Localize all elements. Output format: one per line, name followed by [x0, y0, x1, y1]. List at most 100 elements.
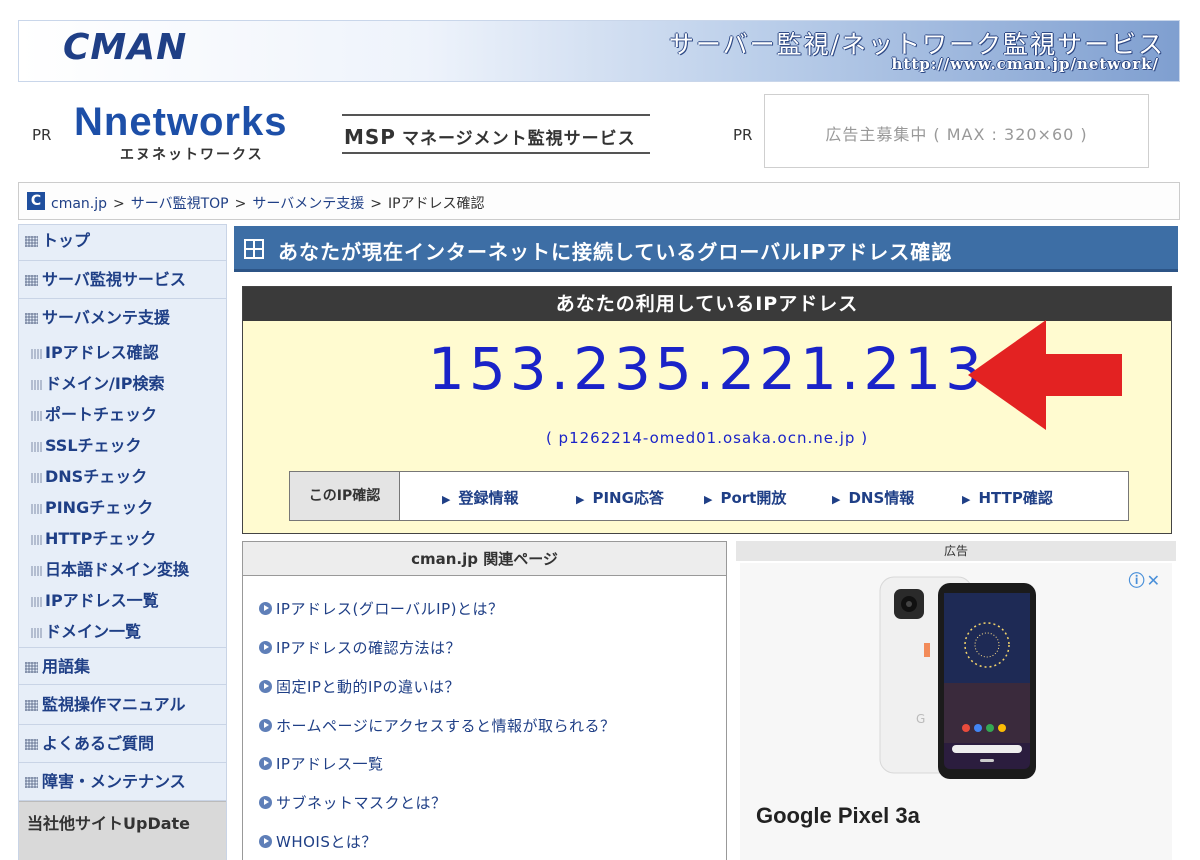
phone-image: G [879, 576, 1036, 779]
related-pages-header: cman.jp 関連ページ [243, 542, 726, 576]
breadcrumb-separator: > [370, 196, 382, 212]
ad-product-name[interactable]: Google Pixel 3a [756, 803, 920, 829]
grid-bullet-icon [31, 473, 42, 483]
circle-arrow-icon [259, 680, 272, 693]
breadcrumb-separator: > [113, 196, 125, 212]
ad-banner[interactable]: ⓘ✕ G Google Pixel 3a [740, 563, 1172, 860]
triangle-right-icon: ▶ [576, 493, 585, 506]
sidebar-update-header: 当社他サイトUpDate [19, 801, 226, 860]
link-port-open[interactable]: ▶ Port開放 [704, 487, 786, 508]
page-heading: あなたが現在インターネットに接続しているグローバルIPアドレス確認 [234, 226, 1178, 272]
sidebar-item-ssl-check[interactable]: SSLチェック [19, 432, 226, 456]
nnetworks-logo[interactable]: Nnetworks エヌネットワークス [74, 100, 324, 170]
pr-label-left: PR [32, 126, 52, 144]
grid-bullet-icon [25, 236, 38, 247]
breadcrumb-item-maintenance[interactable]: サーバメンテ支援 [252, 196, 364, 212]
ip-check-links-bar: このIP確認 ▶ 登録情報 ▶ PING応答 ▶ Port開放 ▶ DNS情報 ▶ HTT… [289, 471, 1129, 521]
breadcrumb-item-home[interactable]: cman.jp [51, 196, 107, 212]
site-banner[interactable]: CMAN サーバー監視/ネットワーク監視サービス http://www.cman… [18, 20, 1180, 82]
ad-area: 広告 ⓘ✕ G Google Pixel 3a [736, 541, 1176, 860]
sidebar-item-ip-check[interactable]: IPアドレス確認 [19, 339, 226, 363]
sidebar-item-domain-list[interactable]: ドメイン一覧 [19, 618, 226, 642]
grid-bullet-icon [31, 349, 42, 359]
ip-hostname: ( p1262214-omed01.osaka.ocn.ne.jp ) [545, 429, 869, 447]
link-http-check[interactable]: ▶ HTTP確認 [962, 487, 1053, 508]
msp-service-name: マネージメント監視サービス [401, 129, 636, 149]
sidebar-item-maintenance-info[interactable]: 障害・メンテナンス [19, 763, 226, 801]
grid-bullet-icon [25, 777, 38, 788]
breadcrumb-row: cman.jp > サーバ監視TOP > サーバメンテ支援 > IPアドレス確認 [51, 193, 485, 213]
related-link-how-to-check-ip[interactable]: IPアドレスの確認方法は？ [259, 637, 461, 658]
nnetworks-logo-text: Nnetworks [74, 100, 288, 144]
msp-prefix: MSP [344, 125, 396, 149]
sidebar-item-port-check[interactable]: ポートチェック [19, 401, 226, 425]
ad-label: 広告 [736, 541, 1176, 561]
breadcrumb-separator: > [234, 196, 247, 212]
sidebar-item-manual[interactable]: 監視操作マニュアル [19, 685, 226, 725]
circle-arrow-icon [259, 796, 272, 809]
triangle-right-icon: ▶ [962, 493, 971, 506]
sidebar-item-monitoring-service[interactable]: サーバ監視サービス [19, 261, 226, 299]
sidebar-item-glossary[interactable]: 用語集 [19, 647, 226, 685]
breadcrumb-item-current: IPアドレス確認 [387, 196, 485, 212]
sidebar-nav: トップ サーバ監視サービス サーバメンテ支援 IPアドレス確認 ドメイン/IP検… [18, 224, 227, 860]
ad-choices-icon[interactable]: ⓘ✕ [1129, 567, 1162, 591]
related-pages-box: cman.jp 関連ページ IPアドレス(グローバルIP)とは？ IPアドレスの… [242, 541, 727, 860]
related-link-info-collected[interactable]: ホームページにアクセスすると情報が取られる？ [259, 715, 616, 736]
circle-arrow-icon [259, 641, 272, 654]
related-link-static-vs-dynamic[interactable]: 固定IPと動的IPの違いは？ [259, 676, 460, 697]
triangle-right-icon: ▶ [442, 493, 451, 506]
cman-logo[interactable]: CMAN [63, 27, 187, 68]
grid-bullet-icon [31, 504, 42, 514]
link-ping-response[interactable]: ▶ PING応答 [576, 487, 664, 508]
link-dns-info[interactable]: ▶ DNS情報 [832, 487, 914, 508]
sidebar-item-ip-list[interactable]: IPアドレス一覧 [19, 587, 226, 611]
banner-url: http://www.cman.jp/network/ [891, 55, 1159, 73]
circle-arrow-icon [259, 835, 272, 848]
grid-bullet-icon [31, 628, 42, 638]
pr-label-right: PR [733, 126, 753, 144]
msp-banner-text: MSP マネージメント監視サービス [344, 124, 636, 149]
circle-arrow-icon [259, 602, 272, 615]
ad-recruit-text: 広告主募集中 ( MAX : 320×60 ) [825, 125, 1088, 144]
sidebar-item-http-check[interactable]: HTTPチェック [19, 525, 226, 549]
sidebar-item-server-maintenance[interactable]: サーバメンテ支援 [19, 299, 226, 335]
related-link-subnet-mask[interactable]: サブネットマスクとは？ [259, 792, 447, 813]
grid-bullet-icon [25, 662, 38, 673]
grid-bullet-icon [31, 380, 42, 390]
grid-bullet-icon [31, 442, 42, 452]
red-arrow-icon [968, 320, 1122, 430]
grid-bullet-icon [25, 700, 38, 711]
page-title: あなたが現在インターネットに接続しているグローバルIPアドレス確認 [278, 240, 953, 264]
sidebar-item-top[interactable]: トップ [19, 225, 226, 261]
sidebar-item-domain-ip-search[interactable]: ドメイン/IP検索 [19, 370, 226, 394]
triangle-right-icon: ▶ [832, 493, 841, 506]
grid-bullet-icon [25, 739, 38, 750]
grid-bullet-icon [31, 566, 42, 576]
grid-bullet-icon [31, 597, 42, 607]
sidebar-item-ping-check[interactable]: PINGチェック [19, 494, 226, 518]
breadcrumb-item-monitoring-top[interactable]: サーバ監視TOP [131, 196, 229, 212]
breadcrumb: C cman.jp > サーバ監視TOP > サーバメンテ支援 > IPアドレス確認 [18, 182, 1180, 220]
ad-recruit-box[interactable]: 広告主募集中 ( MAX : 320×60 ) [764, 94, 1149, 168]
window-grid-icon [244, 239, 264, 259]
triangle-right-icon: ▶ [704, 493, 713, 506]
grid-bullet-icon [25, 313, 38, 324]
related-link-what-is-ip[interactable]: IPアドレス(グローバルIP)とは？ [259, 598, 504, 619]
related-link-ip-list[interactable]: IPアドレス一覧 [259, 753, 383, 774]
msp-banner[interactable]: MSP マネージメント監視サービス [342, 114, 650, 154]
sidebar-item-faq[interactable]: よくあるご質問 [19, 725, 226, 763]
related-link-whois[interactable]: WHOISとは？ [259, 831, 377, 852]
sidebar-item-dns-check[interactable]: DNSチェック [19, 463, 226, 487]
link-registration-info[interactable]: ▶ 登録情報 [442, 487, 518, 508]
grid-bullet-icon [31, 411, 42, 421]
nnetworks-logo-subtext: エヌネットワークス [120, 147, 264, 163]
circle-arrow-icon [259, 719, 272, 732]
svg-text:G: G [916, 712, 925, 726]
grid-bullet-icon [31, 535, 42, 545]
circle-arrow-icon [259, 757, 272, 770]
sidebar-item-japanese-domain[interactable]: 日本語ドメイン変換 [19, 556, 226, 580]
cman-c-icon: C [27, 192, 45, 210]
grid-bullet-icon [25, 275, 38, 286]
ip-links-label: このIP確認 [290, 472, 400, 520]
